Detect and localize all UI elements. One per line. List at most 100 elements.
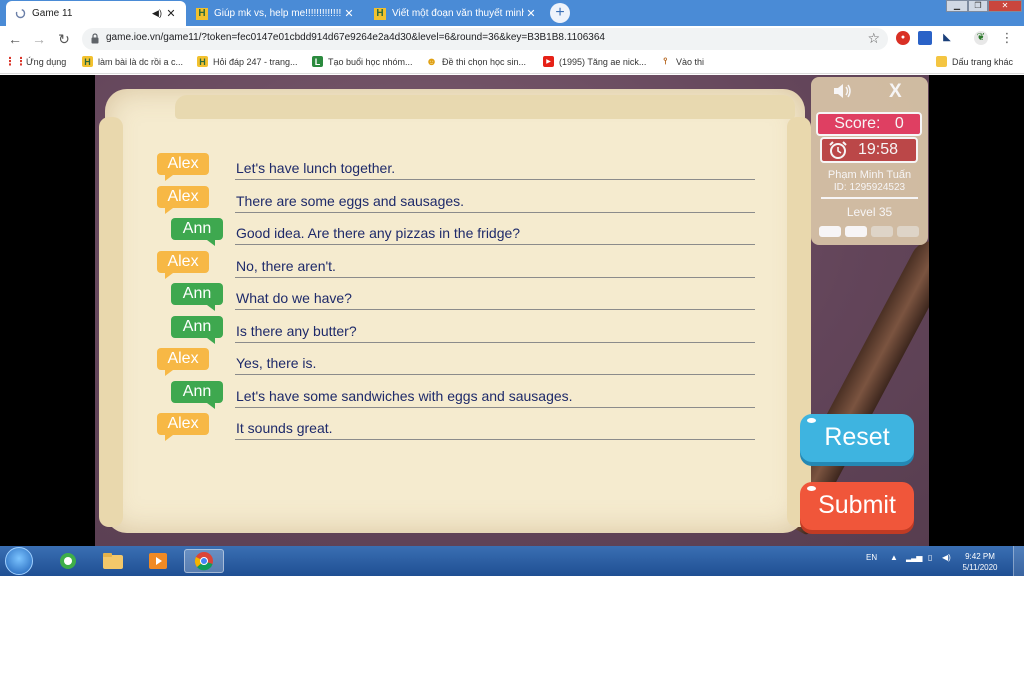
bookmark-youtube[interactable]: ▶ (1995) Tăng ae nick...: [543, 56, 646, 67]
dialogue-sentence[interactable]: No, there aren't.: [235, 256, 755, 278]
hoidap-h-icon: H: [197, 56, 208, 67]
dialogue-sentence[interactable]: There are some eggs and sausages.: [235, 191, 755, 213]
dialogue-sentence[interactable]: Is there any butter?: [235, 321, 755, 343]
taskbar-clock[interactable]: 9:42 PM 5/11/2020: [956, 551, 1004, 573]
bookmark-de-thi[interactable]: ☻ Đề thi chọn học sin...: [425, 55, 526, 68]
scroll-top-roll: [175, 95, 795, 119]
tab-close-icon[interactable]: ✕: [164, 7, 178, 20]
dialogue-row[interactable]: Ann Good idea. Are there any pizzas in t…: [105, 218, 805, 250]
speaker-bubble: Alex: [157, 251, 209, 279]
dialogue-row[interactable]: Alex There are some eggs and sausages.: [105, 186, 805, 218]
tab-title: Giúp mk vs, help me!!!!!!!!!!!!!! Câ: [214, 8, 342, 19]
clock-time: 9:42 PM: [965, 552, 995, 561]
lock-icon: [91, 33, 99, 44]
score-display: Score: 0: [816, 112, 922, 136]
pin-icon: ⫯: [663, 56, 668, 66]
submit-button[interactable]: Submit: [800, 482, 914, 530]
tab-game-11[interactable]: Game 11 ◀) ✕: [6, 1, 186, 26]
media-player-icon: [149, 553, 167, 569]
speaker-icon[interactable]: ◀): [150, 8, 164, 19]
volume-icon[interactable]: ◀): [942, 553, 951, 562]
signal-icon[interactable]: ▂▃▅: [906, 553, 923, 562]
taskbar-app-coccoc[interactable]: [48, 549, 88, 573]
bookmark-other[interactable]: Dấu trang khác: [936, 56, 1013, 67]
address-bar[interactable]: game.ioe.vn/game11/?token=fec0147e01cbdd…: [82, 28, 888, 50]
windows-start-icon[interactable]: [5, 547, 33, 575]
dialogue-row[interactable]: Alex Yes, there is.: [105, 348, 805, 380]
send-extension-icon[interactable]: ◣: [940, 31, 954, 45]
screen: Game 11 ◀) ✕ H Giúp mk vs, help me!!!!!!…: [0, 0, 1024, 678]
browser-tab-strip: Game 11 ◀) ✕ H Giúp mk vs, help me!!!!!!…: [0, 0, 1024, 26]
dialogue-row[interactable]: Ann Is there any butter?: [105, 316, 805, 348]
dialogue-sentence[interactable]: Yes, there is.: [235, 353, 755, 375]
clock-date: 5/11/2020: [962, 563, 998, 572]
dialogue-sentence[interactable]: Good idea. Are there any pizzas in the f…: [235, 223, 755, 245]
sound-icon[interactable]: [833, 83, 853, 104]
speaker-bubble: Alex: [157, 413, 209, 441]
emoji-icon: ☻: [425, 55, 438, 68]
dialogue-row[interactable]: Ann Let's have some sandwiches with eggs…: [105, 381, 805, 413]
reload-icon[interactable]: ↻: [55, 30, 73, 48]
menu-dots-icon[interactable]: ⋮: [1000, 31, 1014, 45]
forward-arrow-icon[interactable]: →: [30, 30, 48, 48]
button-shine: [807, 486, 816, 491]
hoidap-h-icon: H: [196, 7, 208, 20]
bookmark-label: Tạo buổi học nhóm...: [328, 56, 413, 67]
show-desktop-button[interactable]: [1013, 546, 1024, 576]
language-indicator[interactable]: EN: [866, 553, 877, 562]
bookmark-lam-bai[interactable]: H làm bài là dc rồi a c...: [82, 56, 183, 67]
adblock-extension-icon[interactable]: ●: [896, 31, 910, 45]
game-viewport: Alex Let's have lunch together. Alex The…: [0, 75, 1024, 546]
hoidap-h-icon: H: [374, 7, 386, 20]
tab-close-icon[interactable]: ✕: [524, 7, 538, 20]
game-close-button[interactable]: X: [889, 81, 902, 103]
alarm-clock-icon: [829, 141, 847, 159]
bookmark-tao-buoi-hoc[interactable]: L Tạo buổi học nhóm...: [312, 56, 413, 67]
speaker-bubble: Ann: [171, 283, 223, 311]
battery-icon[interactable]: ▯: [928, 553, 932, 562]
profile-avatar[interactable]: ❦: [974, 31, 988, 45]
button-shine: [807, 418, 816, 423]
bookmark-star-icon[interactable]: ☆: [867, 30, 880, 47]
window-close-button[interactable]: ✕: [988, 0, 1022, 12]
dialogue-row[interactable]: Alex No, there aren't.: [105, 251, 805, 283]
dialogue-row[interactable]: Ann What do we have?: [105, 283, 805, 315]
score-label: Score:: [834, 115, 881, 132]
tab-title: Viết một đoạn văn thuyết minh v: [392, 8, 524, 19]
dialogue-sentence[interactable]: It sounds great.: [235, 418, 755, 440]
new-tab-button[interactable]: +: [550, 3, 570, 23]
dialogue-sentence[interactable]: Let's have some sandwiches with eggs and…: [235, 386, 755, 408]
bookmark-apps[interactable]: ⋮⋮ Ứng dụng: [4, 56, 67, 68]
taskbar-media-player[interactable]: [138, 549, 178, 573]
reset-button[interactable]: Reset: [800, 414, 914, 462]
apps-grid-icon: ⋮⋮: [4, 56, 27, 68]
dialogue-row[interactable]: Alex It sounds great.: [105, 413, 805, 445]
player-id: ID: 1295924523: [833, 182, 906, 193]
youtube-icon: ▶: [543, 56, 554, 67]
tab-close-icon[interactable]: ✕: [342, 7, 356, 20]
timer-display: 19:58: [820, 137, 918, 163]
taskbar-chrome[interactable]: [184, 549, 224, 573]
bookmark-hoi-dap[interactable]: H Hỏi đáp 247 - trang...: [197, 56, 298, 67]
dialogue-sentence[interactable]: Let's have lunch together.: [235, 158, 755, 180]
progress-pill: [819, 226, 841, 237]
speaker-bubble: Ann: [171, 316, 223, 344]
tab-giup-mk[interactable]: H Giúp mk vs, help me!!!!!!!!!!!!!! Câ ✕: [188, 1, 364, 26]
back-arrow-icon[interactable]: ←: [6, 30, 24, 48]
extension-icon[interactable]: [918, 31, 932, 45]
minimize-button[interactable]: ▁: [946, 0, 968, 12]
folder-icon: [936, 56, 947, 67]
progress-pill: [845, 226, 867, 237]
restore-button[interactable]: ❐: [968, 0, 988, 12]
speaker-bubble: Alex: [157, 348, 209, 376]
loading-icon: [14, 8, 26, 20]
timer-value: 19:58: [858, 141, 899, 158]
reset-label: Reset: [824, 423, 890, 451]
taskbar-file-explorer[interactable]: [93, 549, 133, 573]
tray-expand-icon[interactable]: ▲: [890, 553, 898, 562]
tab-viet-mot-doan-van[interactable]: H Viết một đoạn văn thuyết minh v ✕: [366, 1, 546, 26]
bookmark-vao-thi[interactable]: ⫯ Vào thi: [660, 56, 705, 67]
dialogue-row[interactable]: Alex Let's have lunch together.: [105, 153, 805, 185]
speaker-bubble: Ann: [171, 381, 223, 409]
dialogue-sentence[interactable]: What do we have?: [235, 288, 755, 310]
